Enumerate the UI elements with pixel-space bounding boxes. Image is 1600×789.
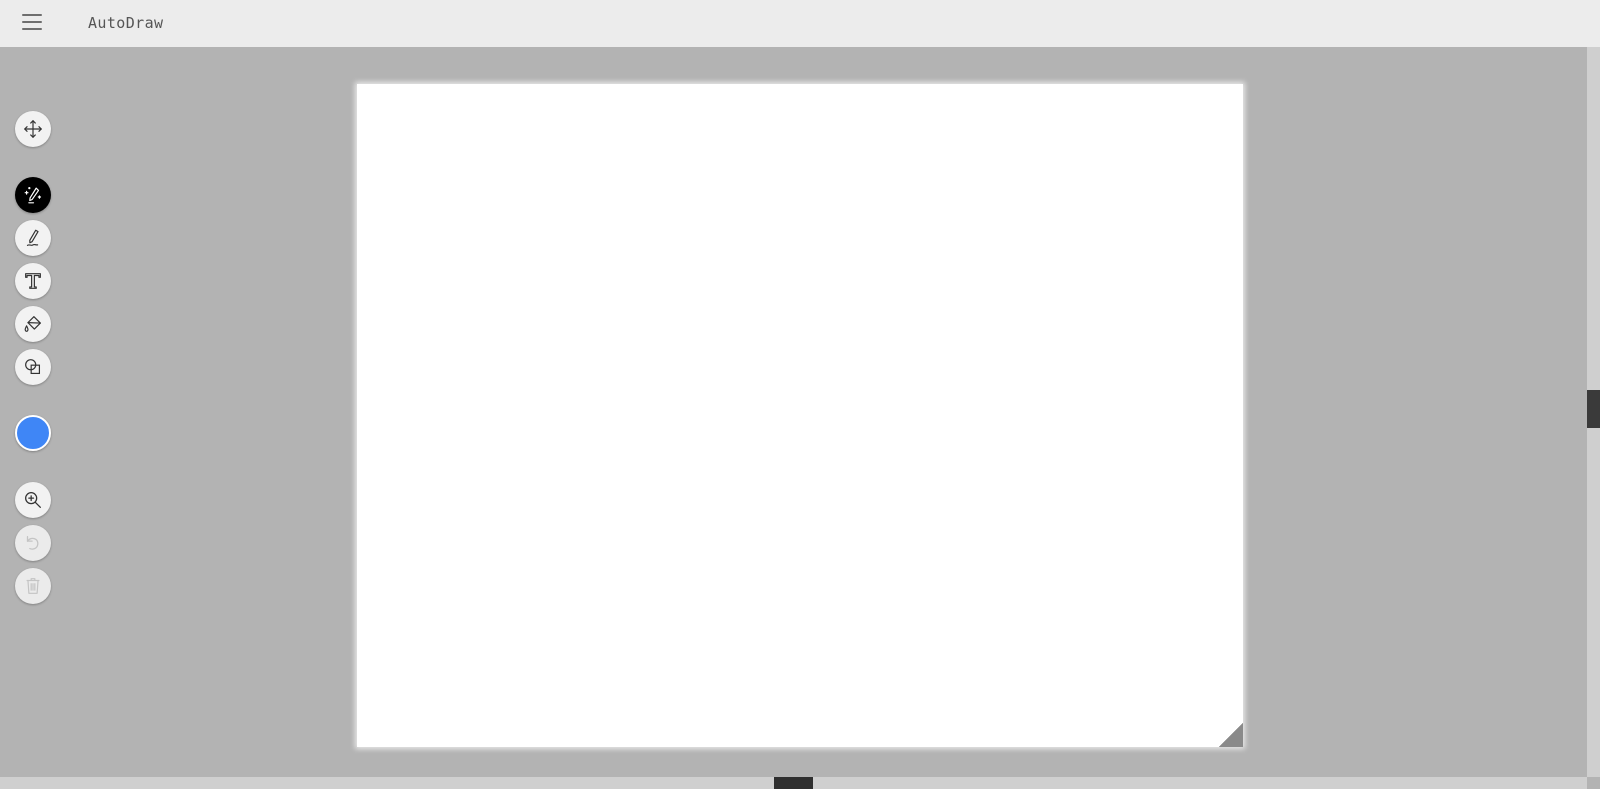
text-t-icon <box>25 273 41 289</box>
vertical-scrollbar-thumb[interactable] <box>1587 390 1600 428</box>
fill-tool-button[interactable] <box>15 306 51 342</box>
shapes-icon <box>25 359 41 375</box>
undo-icon <box>26 535 39 550</box>
drawing-canvas[interactable] <box>357 84 1243 747</box>
top-bar: AutoDraw <box>0 0 1600 47</box>
trash-icon <box>26 578 40 594</box>
tool-panel <box>15 0 51 789</box>
autodraw-pencil-sparkle-icon <box>24 186 42 204</box>
move-tool-button[interactable] <box>15 111 51 147</box>
zoom-button[interactable] <box>15 482 51 518</box>
shape-tool-button[interactable] <box>15 349 51 385</box>
color-picker-button[interactable] <box>15 415 51 451</box>
canvas-resize-handle[interactable] <box>1219 723 1243 747</box>
pencil-icon <box>26 229 39 246</box>
autodraw-tool-button[interactable] <box>15 177 51 213</box>
horizontal-scrollbar-thumb[interactable] <box>774 777 813 789</box>
type-tool-button[interactable] <box>15 263 51 299</box>
draw-tool-button[interactable] <box>15 220 51 256</box>
move-arrows-icon <box>24 120 42 138</box>
app-title: AutoDraw <box>88 14 164 32</box>
paint-bucket-icon <box>24 316 41 332</box>
zoom-in-icon <box>25 492 41 508</box>
undo-button[interactable] <box>15 525 51 561</box>
delete-button[interactable] <box>15 568 51 604</box>
